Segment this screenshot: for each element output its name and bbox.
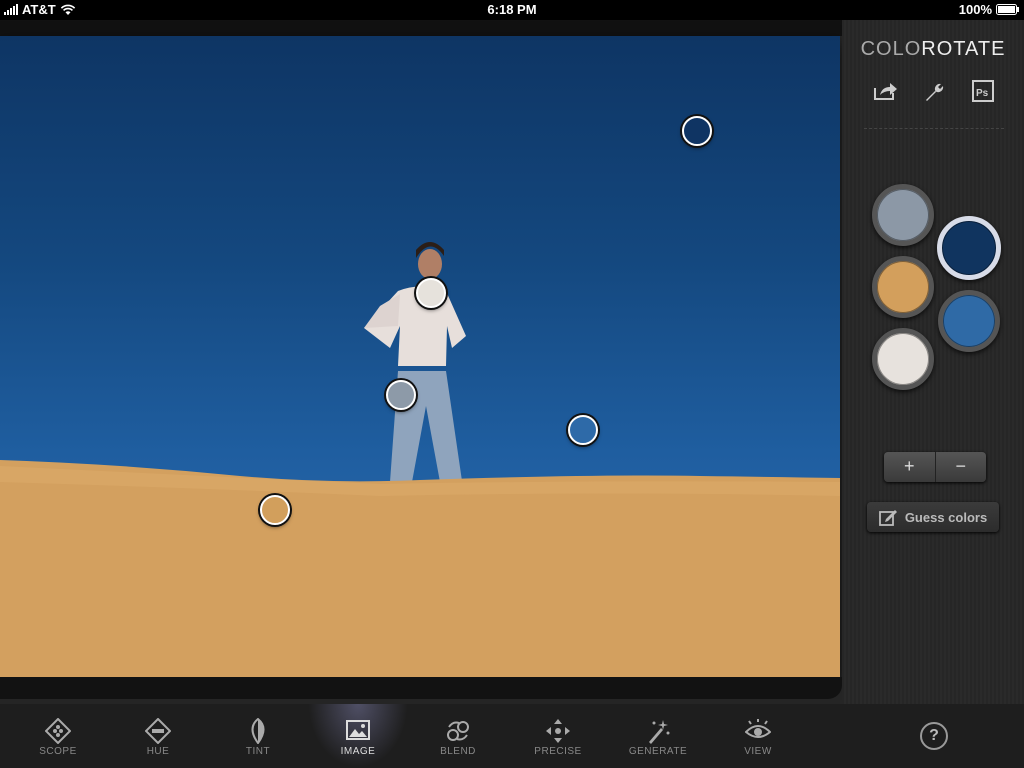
- share-button[interactable]: [872, 80, 898, 104]
- tab-label: HUE: [146, 746, 170, 757]
- logo-bold-text: ROTATE: [921, 38, 1006, 60]
- remove-color-button[interactable]: −: [934, 452, 986, 482]
- logo-light-text: COLO: [860, 38, 922, 60]
- add-remove-control: + −: [884, 452, 986, 482]
- edit-icon: [878, 510, 897, 526]
- guess-colors-label: Guess colors: [904, 509, 988, 525]
- swatch-steel-blue[interactable]: [938, 290, 1000, 352]
- divider: [864, 128, 1004, 129]
- tab-label: PRECISE: [534, 746, 582, 757]
- swatch-gray-blue[interactable]: [872, 184, 934, 246]
- help-button[interactable]: ?: [920, 722, 948, 750]
- image-icon: [346, 720, 370, 740]
- sample-handle-shirt[interactable]: [416, 278, 446, 308]
- generate-icon: [649, 720, 670, 744]
- tab-label: GENERATE: [628, 746, 688, 757]
- image-frame-top: [0, 20, 842, 36]
- tab-hue[interactable]: HUE: [108, 704, 208, 768]
- settings-button[interactable]: [922, 80, 948, 104]
- blend-icon: [447, 721, 469, 741]
- app-logo: COLOROTATE: [842, 38, 1024, 61]
- guess-colors-button[interactable]: Guess colors: [867, 502, 999, 532]
- tab-scope[interactable]: SCOPE: [8, 704, 108, 768]
- sample-handle-jeans[interactable]: [386, 380, 416, 410]
- sample-handle-sky-top[interactable]: [682, 116, 712, 146]
- bottom-toolbar: SCOPE HUE TINT IMAGE BLEND PRECISE GENER…: [0, 704, 1024, 768]
- tab-label: BLEND: [440, 746, 476, 757]
- right-panel: COLOROTATE Ps + − Guess colors: [842, 20, 1024, 704]
- wrench-icon: [926, 83, 944, 101]
- image-frame-bottom: [0, 677, 842, 699]
- app-root: AT&T 6:18 PM 100% COLOROTATE Ps + − Gues…: [0, 0, 1024, 768]
- tab-tint[interactable]: TINT: [208, 704, 308, 768]
- hue-icon: [145, 718, 171, 744]
- swatch-off-white[interactable]: [872, 328, 934, 390]
- precise-icon: [546, 719, 570, 743]
- photo-scene: [0, 242, 840, 677]
- tab-precise[interactable]: PRECISE: [508, 704, 608, 768]
- view-icon: [745, 719, 771, 738]
- head: [418, 249, 442, 279]
- status-bar: AT&T 6:18 PM 100%: [0, 0, 1024, 20]
- tab-blend[interactable]: BLEND: [408, 704, 508, 768]
- tab-label: TINT: [245, 746, 271, 757]
- swatch-sand[interactable]: [872, 256, 934, 318]
- photoshop-export-button[interactable]: Ps: [970, 80, 996, 104]
- swatch-navy-selected[interactable]: [937, 216, 1001, 280]
- battery-percent: 100%: [958, 2, 992, 17]
- photoshop-icon: Ps: [972, 80, 994, 102]
- svg-text:Ps: Ps: [976, 88, 989, 99]
- battery-icon: [996, 4, 1019, 15]
- share-icon: [874, 83, 897, 100]
- photo-canvas[interactable]: [0, 36, 840, 677]
- sample-handle-sand[interactable]: [260, 495, 290, 525]
- battery-status: 100%: [959, 2, 1020, 17]
- tab-label: VIEW: [744, 746, 772, 757]
- scope-icon: [45, 718, 71, 744]
- tab-image[interactable]: IMAGE: [308, 704, 408, 768]
- tab-view[interactable]: VIEW: [708, 704, 808, 768]
- tint-icon: [251, 718, 265, 744]
- clock: 6:18 PM: [487, 2, 537, 17]
- tab-label: IMAGE: [340, 746, 376, 757]
- tab-label: SCOPE: [39, 746, 77, 757]
- add-color-button[interactable]: +: [884, 452, 935, 482]
- tab-generate[interactable]: GENERATE: [608, 704, 708, 768]
- sample-handle-sky-low[interactable]: [568, 415, 598, 445]
